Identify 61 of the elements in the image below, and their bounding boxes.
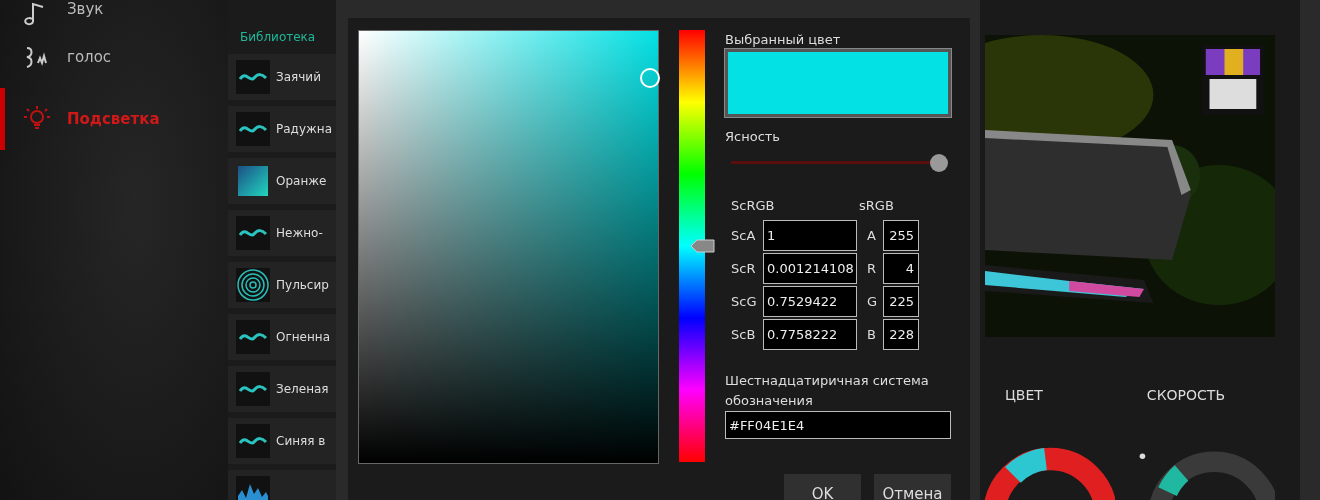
value-field[interactable]: 1	[763, 220, 857, 251]
sidebar-item[interactable]: голос	[0, 26, 228, 88]
preset-label: Нежно-	[276, 226, 323, 240]
field-label: ScA	[731, 228, 757, 243]
control-label: ЦВЕТ	[1005, 387, 1043, 403]
preset-item[interactable]: Оранже	[228, 158, 336, 204]
field-label: G	[867, 294, 879, 309]
field-label: R	[867, 261, 878, 276]
dialog-button[interactable]: OK	[784, 474, 861, 500]
preset-label: Синяя в	[276, 434, 326, 448]
picker-handle[interactable]	[640, 68, 660, 88]
field-label: B	[867, 327, 877, 342]
color-field[interactable]	[358, 30, 659, 464]
hue-slider[interactable]	[679, 30, 705, 462]
value-field[interactable]: 255	[883, 220, 919, 251]
sidebar-item-label: Подсветка	[67, 110, 160, 128]
value-field[interactable]: 225	[883, 286, 919, 317]
preset-item[interactable]: Зеленая	[228, 366, 336, 412]
value-field[interactable]: 4	[883, 253, 919, 284]
brightness-label: Ясность	[725, 129, 781, 144]
preset-label: Заячий	[276, 70, 321, 84]
srgb-heading: sRGB	[858, 197, 895, 215]
gradient-icon	[236, 164, 270, 198]
section-heading: Библиотека	[239, 30, 317, 46]
preset-label: Оранже	[276, 174, 327, 188]
value-field[interactable]: 0.7529422	[763, 286, 857, 317]
dialog-button[interactable]: Отмена	[874, 474, 951, 500]
field-label: ScR	[731, 261, 757, 276]
preset-item[interactable]: Заячий	[228, 54, 336, 100]
selected-color-label: Выбранный цвет	[725, 32, 842, 47]
value-field[interactable]: 0.001214108	[763, 253, 857, 284]
control-label: СКОРОСТЬ	[1146, 387, 1225, 403]
preset-label: Зеленая	[276, 382, 329, 396]
wave-icon	[236, 372, 270, 406]
sidebar-item-label: Звук	[67, 0, 104, 18]
hex-field[interactable]: #FF04E1E4	[725, 411, 951, 439]
scrgb-heading: ScRGB	[731, 197, 776, 215]
preset-item[interactable]: Нежно-	[228, 210, 336, 256]
wave-icon	[236, 112, 270, 146]
preset-item[interactable]: Пульсир	[228, 262, 336, 308]
preset-item[interactable]: Огненна	[228, 314, 336, 360]
spectrum-icon	[236, 476, 270, 500]
concentric-circles-icon	[236, 268, 270, 302]
preset-item[interactable]: Синяя в	[228, 418, 336, 464]
value-field[interactable]: 0.7758222	[763, 319, 857, 350]
brightness-thumb[interactable]	[929, 154, 948, 172]
sidebar-item-label: голос	[67, 48, 112, 66]
wave-icon	[236, 216, 270, 250]
sidebar-item[interactable]: Звук	[0, 0, 228, 26]
preset-label: Радужна	[276, 122, 332, 136]
value-field[interactable]: 228	[883, 319, 919, 350]
preset-label: Пульсир	[276, 278, 329, 292]
field-label: ScG	[731, 294, 758, 309]
field-label: ScB	[731, 327, 757, 342]
hex-label: Шестнадцатиричная система обозначения	[725, 372, 930, 410]
wave-icon	[236, 320, 270, 354]
wave-icon	[236, 60, 270, 94]
wave-icon	[236, 424, 270, 458]
field-label: A	[867, 228, 877, 243]
preset-label: Огненна	[276, 330, 331, 344]
preset-item[interactable]: Радужна	[228, 106, 336, 152]
